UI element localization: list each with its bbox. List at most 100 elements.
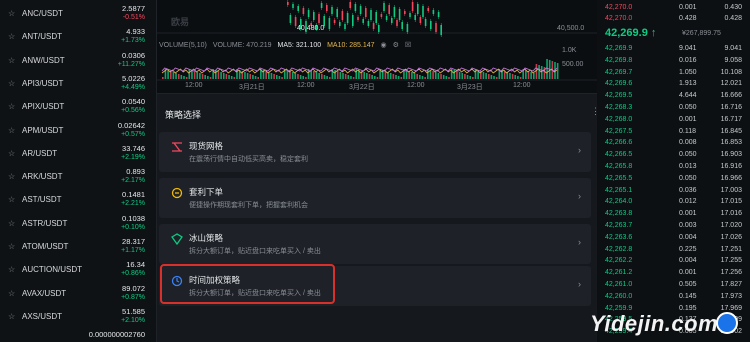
star-icon[interactable]: ☆ bbox=[8, 172, 15, 181]
star-icon[interactable]: ☆ bbox=[8, 289, 15, 298]
watchlist-item[interactable]: ☆ ANC/USDT 2.5877 -0.51% bbox=[0, 2, 156, 26]
price-value: 0.000000002760 bbox=[88, 330, 145, 340]
star-icon[interactable]: ☆ bbox=[8, 79, 15, 88]
vol-setting-label[interactable]: VOLUME(5,10) bbox=[159, 42, 207, 49]
volume-bar bbox=[397, 76, 400, 79]
star-icon[interactable]: ☆ bbox=[8, 195, 15, 204]
volume-bar bbox=[374, 76, 376, 79]
star-icon[interactable]: ☆ bbox=[8, 242, 15, 251]
bid-total: 17.020 bbox=[720, 222, 742, 229]
volume-bar bbox=[191, 70, 193, 79]
candle-body bbox=[359, 6, 362, 14]
volume-bar bbox=[162, 77, 164, 79]
watchlist-item[interactable]: ☆ AR/USDT 33.746 +2.19% bbox=[0, 142, 156, 166]
bid-row[interactable]: 42,266.5 0.050 16.903 bbox=[597, 150, 750, 161]
strategy-card[interactable]: 冰山策略 拆分大额订单，贴近盘口来吃单买入 / 卖出 › bbox=[159, 224, 591, 264]
star-icon[interactable]: ☆ bbox=[8, 312, 15, 321]
watchlist-item[interactable]: ☆ API3/USDT 5.0226 +4.49% bbox=[0, 72, 156, 96]
bid-row[interactable]: 42,261.2 0.001 17.256 bbox=[597, 268, 750, 279]
star-icon[interactable]: ☆ bbox=[8, 32, 15, 41]
bid-row[interactable]: 42,269.8 0.016 9.058 bbox=[597, 56, 750, 67]
watchlist-item[interactable]: ☆ ATOM/USDT 28.317 +1.17% bbox=[0, 235, 156, 259]
bid-row[interactable]: 42,263.7 0.003 17.020 bbox=[597, 221, 750, 232]
last-price: 42,269.9 ↑ ¥267,899.75 bbox=[597, 26, 750, 42]
watchlist-item[interactable]: ☆ ANT/USDT 4.933 +1.73% bbox=[0, 25, 156, 49]
price-value: 0.1481 bbox=[122, 190, 145, 200]
bid-row[interactable]: 42,262.2 0.004 17.255 bbox=[597, 256, 750, 267]
bid-row[interactable]: 42,263.8 0.001 17.016 bbox=[597, 209, 750, 220]
watchlist-item[interactable]: ☆ AXS/USDT 51.585 +2.10% bbox=[0, 305, 156, 329]
ask-row[interactable]: 42,270.0 0.001 0.430 bbox=[597, 3, 750, 14]
candle-body bbox=[430, 21, 432, 29]
bid-row[interactable]: 42,265.8 0.013 16.916 bbox=[597, 162, 750, 173]
last-price-fiat: ¥267,899.75 bbox=[682, 30, 721, 37]
chevron-right-icon[interactable]: › bbox=[578, 279, 581, 289]
bid-row[interactable]: 42,269.9 9.041 9.041 bbox=[597, 44, 750, 55]
volume-bar bbox=[281, 77, 283, 79]
strategy-card[interactable]: 现货网格 在震荡行情中自动低买高卖，稳定套利 › bbox=[159, 132, 591, 172]
strategy-card[interactable]: 套利下单 便捷操作期现套利下单，把握套利机会 › bbox=[159, 178, 591, 218]
candle-body bbox=[427, 8, 429, 11]
watchlist-item[interactable]: ☆ ARK/USDT 0.893 +2.17% bbox=[0, 165, 156, 189]
eye-icon[interactable]: ◉ bbox=[381, 42, 387, 49]
watchlist-item[interactable]: ☆ ANW/USDT 0.0306 +11.27% bbox=[0, 49, 156, 73]
watchlist-item[interactable]: ☆ APM/USDT 0.02642 +0.57% bbox=[0, 119, 156, 143]
bid-amount: 0.050 bbox=[679, 151, 697, 159]
chevron-right-icon[interactable]: › bbox=[578, 237, 581, 247]
strategy-card-title: 套利下单 bbox=[189, 187, 224, 197]
bid-row[interactable]: 42,269.5 4.644 16.666 bbox=[597, 91, 750, 102]
watchlist-item[interactable]: ☆ AVAX/USDT 89.072 +0.87% bbox=[0, 282, 156, 306]
volume-bar bbox=[273, 74, 275, 79]
close-icon[interactable]: ☒ bbox=[405, 42, 411, 49]
bid-row[interactable]: 42,268.3 0.050 16.716 bbox=[597, 103, 750, 114]
volume-bar bbox=[286, 70, 289, 79]
watchlist-item[interactable]: ☆ ASTR/USDT 0.1038 +0.10% bbox=[0, 212, 156, 236]
volume-bar bbox=[270, 73, 273, 79]
symbol-label: APIX/USDT bbox=[22, 102, 65, 112]
bid-amount: 0.036 bbox=[679, 186, 697, 194]
watchlist-item[interactable]: ☆ APIX/USDT 0.0540 +0.56% bbox=[0, 95, 156, 119]
star-icon[interactable]: ☆ bbox=[8, 265, 15, 274]
chevron-right-icon[interactable]: › bbox=[578, 145, 581, 155]
volume-bar bbox=[299, 75, 302, 79]
bid-amount: 0.145 bbox=[679, 292, 697, 300]
change-value: +0.56% bbox=[121, 107, 145, 115]
bid-row[interactable]: 42,269.6 1.913 12.021 bbox=[597, 79, 750, 90]
star-icon[interactable]: ☆ bbox=[8, 126, 15, 135]
ma10-value: MA10: 285.147 bbox=[327, 42, 375, 49]
chevron-right-icon[interactable]: › bbox=[578, 191, 581, 201]
bid-row[interactable]: 42,261.0 0.505 17.827 bbox=[597, 280, 750, 291]
volume-bar bbox=[180, 75, 183, 79]
volume-bar bbox=[318, 73, 320, 79]
star-icon[interactable]: ☆ bbox=[8, 102, 15, 111]
bid-row[interactable]: 42,265.5 0.050 16.966 bbox=[597, 174, 750, 185]
candle-body bbox=[349, 2, 351, 8]
bid-row[interactable]: 42,263.6 0.004 17.026 bbox=[597, 233, 750, 244]
bid-row[interactable]: 42,264.0 0.012 17.015 bbox=[597, 197, 750, 208]
watchlist-item[interactable]: 0.000000002760 bbox=[0, 328, 156, 342]
star-icon[interactable]: ☆ bbox=[8, 149, 15, 158]
candle-body bbox=[388, 5, 390, 14]
bid-row[interactable]: 42,260.0 0.145 17.973 bbox=[597, 292, 750, 303]
star-icon[interactable]: ☆ bbox=[8, 56, 15, 65]
bid-row[interactable]: 42,262.8 0.225 17.251 bbox=[597, 245, 750, 256]
settings-icon[interactable]: ⚙ bbox=[393, 42, 399, 49]
bid-total: 10.108 bbox=[720, 68, 742, 76]
star-icon[interactable]: ☆ bbox=[8, 9, 15, 18]
bid-row[interactable]: 42,269.7 1.050 10.108 bbox=[597, 68, 750, 79]
candle-body bbox=[432, 10, 435, 14]
ask-row[interactable]: 42,270.0 0.428 0.428 bbox=[597, 14, 750, 25]
watchlist-item[interactable]: ☆ AST/USDT 0.1481 +2.21% bbox=[0, 188, 156, 212]
volume-bar bbox=[533, 73, 535, 79]
candle-body bbox=[333, 20, 336, 23]
bid-row[interactable]: 42,266.6 0.008 16.853 bbox=[597, 138, 750, 149]
bid-row[interactable]: 42,267.5 0.118 16.845 bbox=[597, 127, 750, 138]
volume-bar bbox=[265, 71, 267, 79]
bid-row[interactable]: 42,268.0 0.001 16.717 bbox=[597, 115, 750, 126]
vol-axis-label-2: 500.00 bbox=[562, 61, 584, 68]
star-icon[interactable]: ☆ bbox=[8, 219, 15, 228]
bid-price: 42,265.1 bbox=[605, 186, 633, 194]
watchlist-item[interactable]: ☆ AUCTION/USDT 16.34 +0.86% bbox=[0, 258, 156, 282]
kline-chart[interactable]: 欧易 40,480.0 40,500.0 VOLUME(5,10) VOLUME… bbox=[157, 0, 597, 94]
bid-row[interactable]: 42,265.1 0.036 17.003 bbox=[597, 186, 750, 197]
